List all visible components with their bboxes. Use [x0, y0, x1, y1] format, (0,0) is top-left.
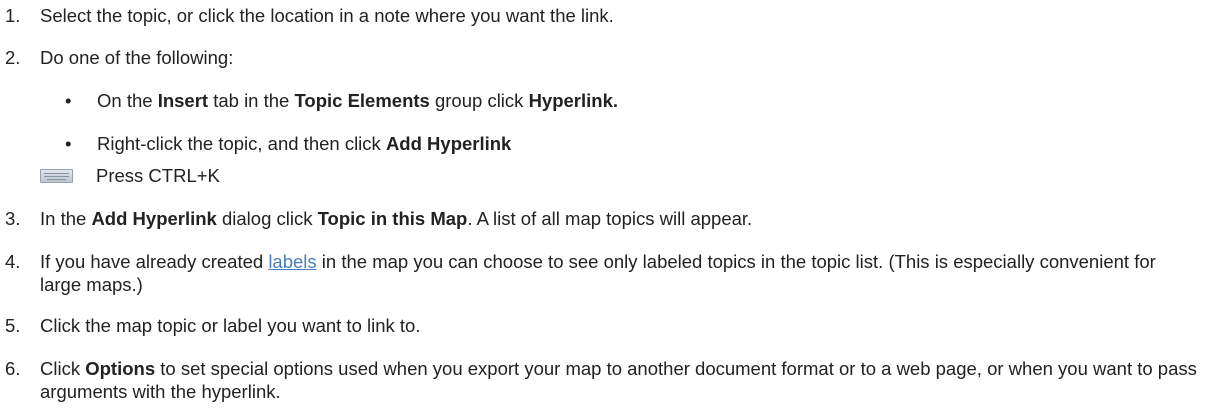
- add-hyperlink-dialog-ref: Add Hyperlink: [91, 208, 217, 229]
- keyboard-icon: [40, 169, 73, 183]
- step-text: Click Options to set special options use…: [40, 358, 1197, 402]
- step-number: 4.: [5, 251, 21, 272]
- bullet-dot: •: [65, 90, 72, 111]
- step-text: Click the map topic or label you want to…: [40, 315, 421, 336]
- topic-elements-ref: Topic Elements: [294, 90, 430, 111]
- bullet-text: On the Insert tab in the Topic Elements …: [97, 90, 619, 111]
- step-text: Select the topic, or click the location …: [40, 5, 614, 26]
- hyperlink-command-ref: Hyperlink.: [528, 90, 619, 111]
- options-button-ref: Options: [85, 358, 156, 379]
- step-number: 3.: [5, 208, 21, 229]
- step-number: 2.: [5, 47, 21, 68]
- shortcut-text: Press CTRL+K: [96, 165, 220, 186]
- step-number: 1.: [5, 5, 21, 26]
- step-text: Do one of the following:: [40, 47, 234, 68]
- step-number: 6.: [5, 358, 21, 379]
- step-number: 5.: [5, 315, 21, 336]
- bullet-dot: •: [65, 133, 72, 154]
- bullet-text: Right-click the topic, and then click Ad…: [97, 133, 512, 154]
- step-text: In the Add Hyperlink dialog click Topic …: [40, 208, 753, 229]
- topic-in-this-map-ref: Topic in this Map: [317, 208, 468, 229]
- insert-tab-ref: Insert: [157, 90, 209, 111]
- step-text: If you have already created labels in th…: [40, 251, 1156, 295]
- add-hyperlink-command-ref: Add Hyperlink: [385, 133, 512, 154]
- labels-link[interactable]: labels: [268, 251, 316, 272]
